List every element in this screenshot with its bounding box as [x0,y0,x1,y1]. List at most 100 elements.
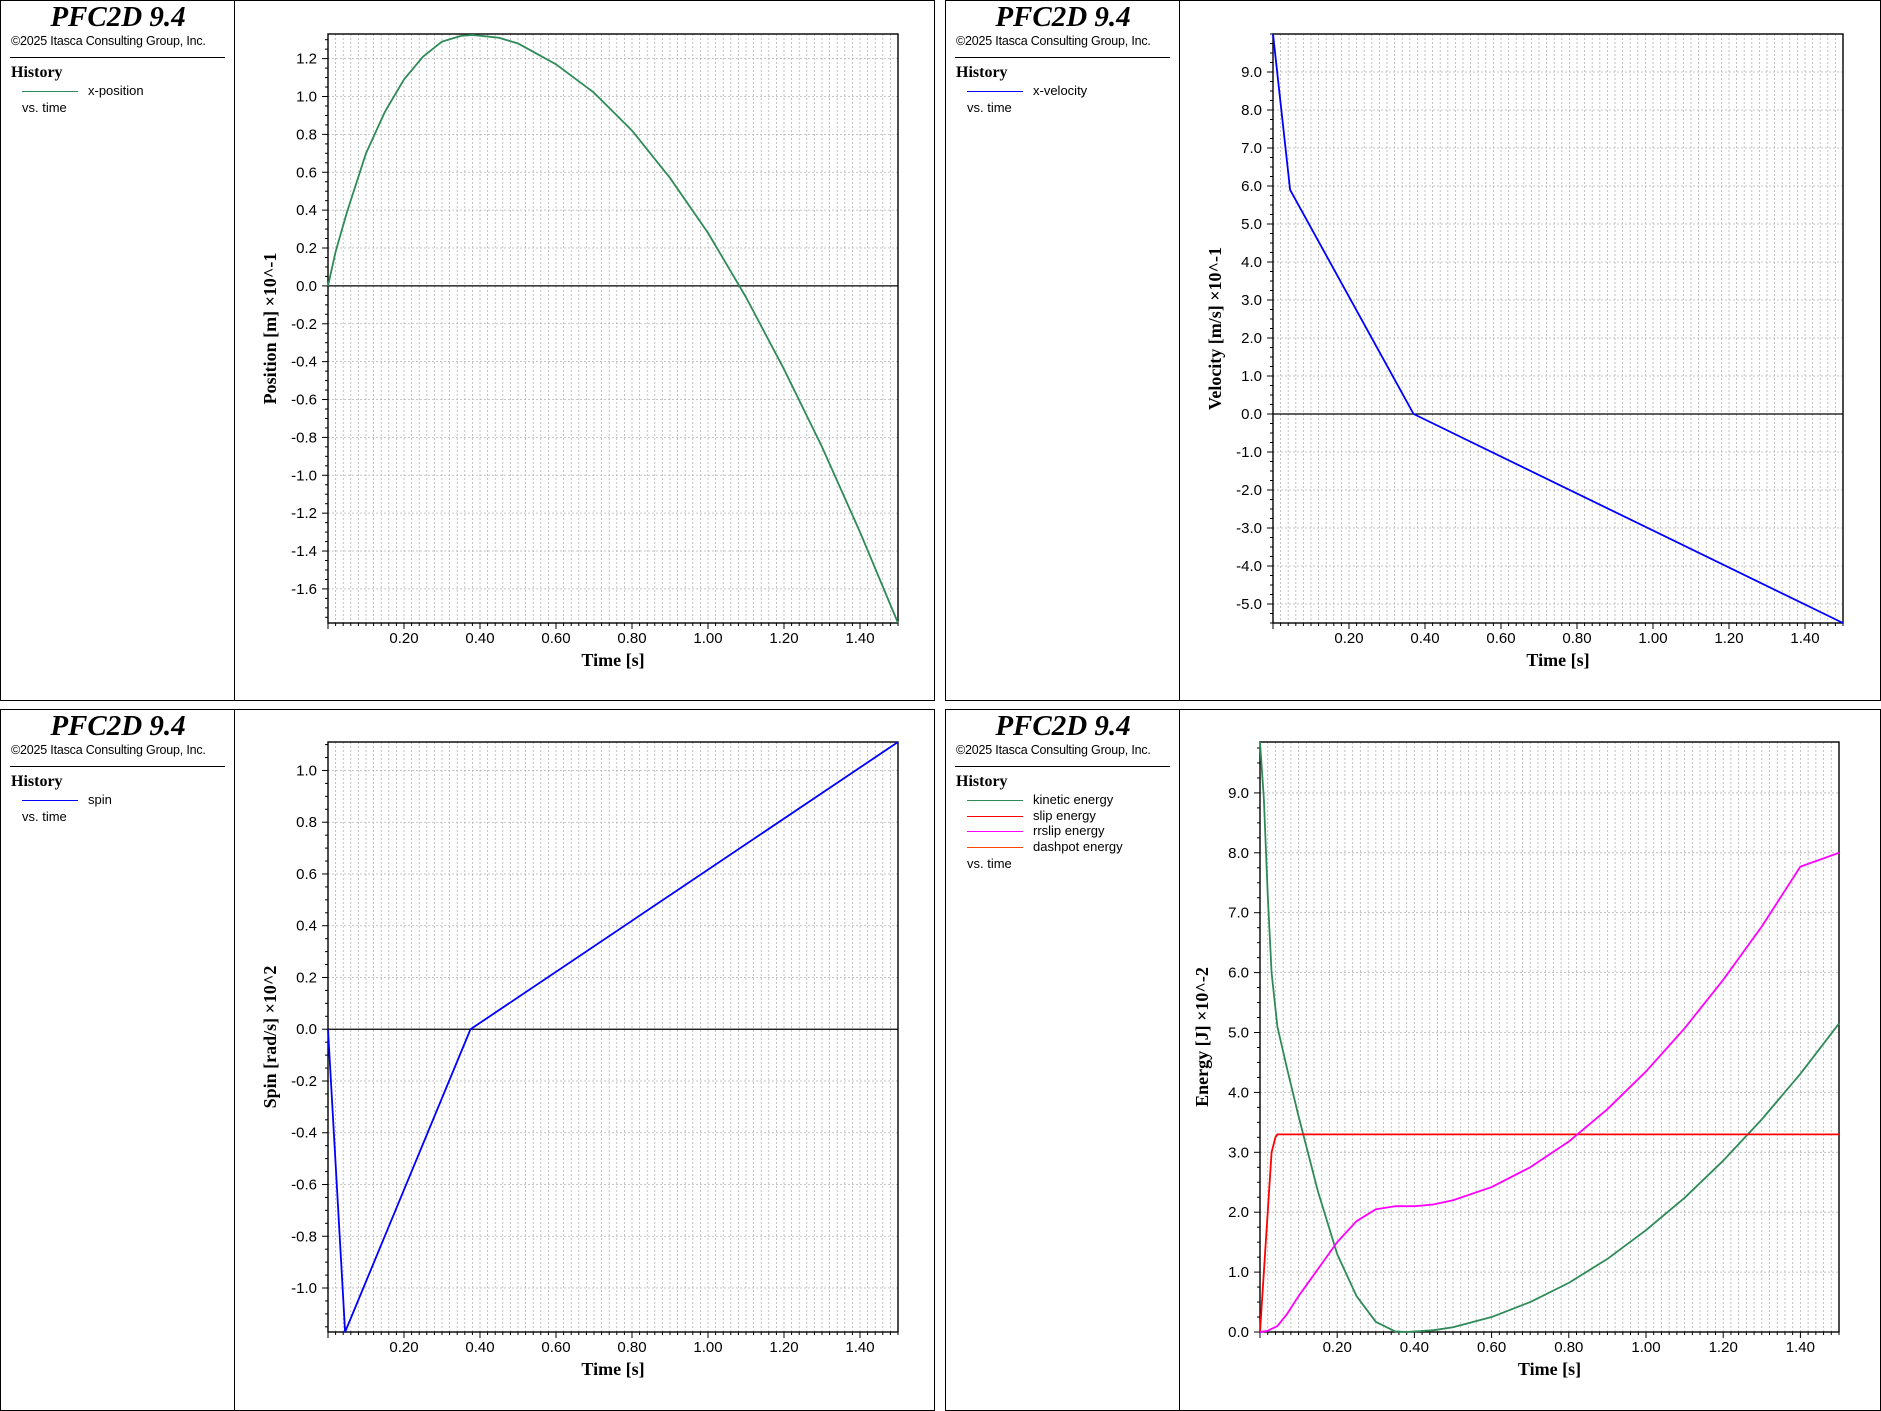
y-tick-label: 3.0 [1228,1144,1249,1161]
copyright-notice: ©2025 Itasca Consulting Group, Inc. [11,34,206,48]
x-tick-label: 1.00 [693,1339,722,1356]
plot-frame [1272,33,1844,624]
y-tick-label: 6.0 [1228,965,1249,982]
y-tick-label: 7.0 [1241,140,1262,157]
y-tick-label: 0.8 [296,126,317,143]
legend-heading: History [11,64,63,81]
x-tick-label: 1.40 [845,1339,874,1356]
y-tick-label: -1.4 [291,543,317,560]
x-tick-label: 0.40 [1410,630,1439,647]
legend-panel: PFC2D 9.4 ©2025 Itasca Consulting Group,… [1,710,235,1410]
y-tick-label: -1.0 [291,467,317,484]
legend-heading: History [11,773,63,790]
legend-swatch [22,91,78,92]
series-line-kinetic-energy [1259,741,1840,1333]
x-tick-label: 0.60 [541,1339,570,1356]
legend-label: kinetic energy [1033,792,1114,807]
x-tick-label: 1.20 [769,630,798,647]
x-axis-title: Time [s] [1526,650,1589,670]
plot-frame [1259,741,1840,1333]
y-tick-label: 3.0 [1241,292,1262,309]
legend-swatch [967,91,1023,92]
y-tick-label: 1.0 [296,88,317,105]
legend-divider [10,766,225,767]
legend-vs-time: vs. time [967,856,1012,871]
y-axis-title: Position [m] ×10^-1 [260,253,280,405]
legend-vs-time: vs. time [22,809,67,824]
x-axis-title: Time [s] [581,650,644,670]
y-tick-label: 1.0 [1228,1264,1249,1281]
chart-plot: 1.2 1.0 0.8 0.6 0.4 0.2 0.0 -0.2 -0.4 -0.6 -0.8 -1.… [260,33,899,670]
y-tick-label: 0.0 [1241,406,1262,423]
legend-divider [955,57,1170,58]
x-axis-title: Time [s] [581,1359,644,1379]
legend-divider [10,57,225,58]
y-tick-label: -0.2 [291,316,317,333]
app-title: PFC2D 9.4 [995,1,1131,33]
legend-panel: PFC2D 9.4 ©2025 Itasca Consulting Group,… [946,1,1180,700]
chart-plot: 9.0 8.0 7.0 6.0 5.0 4.0 3.0 2.0 1.0 0.0 0.20 0.40 0.… [1192,741,1840,1379]
legend-label: rrslip energy [1033,823,1105,838]
y-tick-label: -0.4 [291,354,317,371]
history-panel-x-position: PFC2D 9.4 ©2025 Itasca Consulting Group,… [0,0,935,701]
y-tick-label: -0.6 [291,392,317,409]
x-tick-label: 1.20 [1714,630,1743,647]
y-tick-label: 1.2 [296,51,317,68]
series-line-spin [327,741,899,1333]
x-tick-label: 0.20 [1334,630,1363,647]
x-tick-label: 1.20 [1709,1339,1738,1356]
legend-label: x-position [88,83,144,98]
x-tick-label: 0.80 [617,1339,646,1356]
y-tick-label: -4.0 [1236,558,1262,575]
legend-vs-time: vs. time [967,100,1012,115]
y-tick-label: 6.0 [1241,178,1262,195]
y-tick-label: 0.0 [296,278,317,295]
axis-ticks [1254,747,1840,1338]
y-tick-label: 0.6 [296,164,317,181]
x-tick-label: 1.40 [1786,1339,1815,1356]
x-tick-label: 0.60 [541,630,570,647]
y-tick-label: 5.0 [1241,216,1262,233]
legend-heading: History [956,773,1008,790]
x-tick-label: 1.40 [845,630,874,647]
y-tick-label: 8.0 [1228,845,1249,862]
y-tick-label: -0.8 [291,429,317,446]
y-tick-label: 0.4 [296,918,317,935]
series-line-slip-energy [1259,1133,1839,1333]
y-tick-label: -1.2 [291,505,317,522]
y-tick-label: -5.0 [1236,596,1262,613]
y-tick-label: 0.4 [296,202,317,219]
chart-plot: 1.0 0.8 0.6 0.4 0.2 0.0 -0.2 -0.4 -0.6 -0.8 -1.0 0.… [260,741,899,1379]
y-tick-label: -0.8 [291,1228,317,1245]
axis-ticks [322,744,899,1338]
x-tick-label: 1.00 [1638,630,1667,647]
y-tick-label: -0.2 [291,1073,317,1090]
legend-divider [955,766,1170,767]
grid [328,742,898,1332]
y-tick-label: 0.6 [296,866,317,883]
y-tick-label: 4.0 [1228,1084,1249,1101]
y-tick-label: -0.4 [291,1125,317,1142]
x-tick-label: 0.80 [617,630,646,647]
legend-label: dashpot energy [1033,838,1123,854]
y-tick-label: 0.0 [296,1021,317,1038]
y-tick-label: 2.0 [1228,1204,1249,1221]
plot-frame [327,741,899,1333]
y-tick-label: 1.0 [296,762,317,779]
x-tick-label: 0.40 [465,630,494,647]
x-tick-label: 0.40 [465,1339,494,1356]
history-panel-x-velocity: PFC2D 9.4 ©2025 Itasca Consulting Group,… [945,0,1881,701]
series-line-x-position [327,34,899,624]
y-tick-label: 7.0 [1228,905,1249,922]
axis-ticks [322,39,899,629]
x-tick-label: 0.80 [1562,630,1591,647]
app-title: PFC2D 9.4 [50,710,186,742]
grid [328,34,898,623]
history-panel-spin: PFC2D 9.4 ©2025 Itasca Consulting Group,… [0,709,935,1411]
x-tick-label: 0.80 [1554,1339,1583,1356]
legend-label: spin [88,792,112,807]
y-tick-label: 9.0 [1241,64,1262,81]
app-title: PFC2D 9.4 [50,1,186,33]
x-tick-label: 0.60 [1486,630,1515,647]
y-axis-title: Spin [rad/s] ×10^2 [260,966,280,1109]
